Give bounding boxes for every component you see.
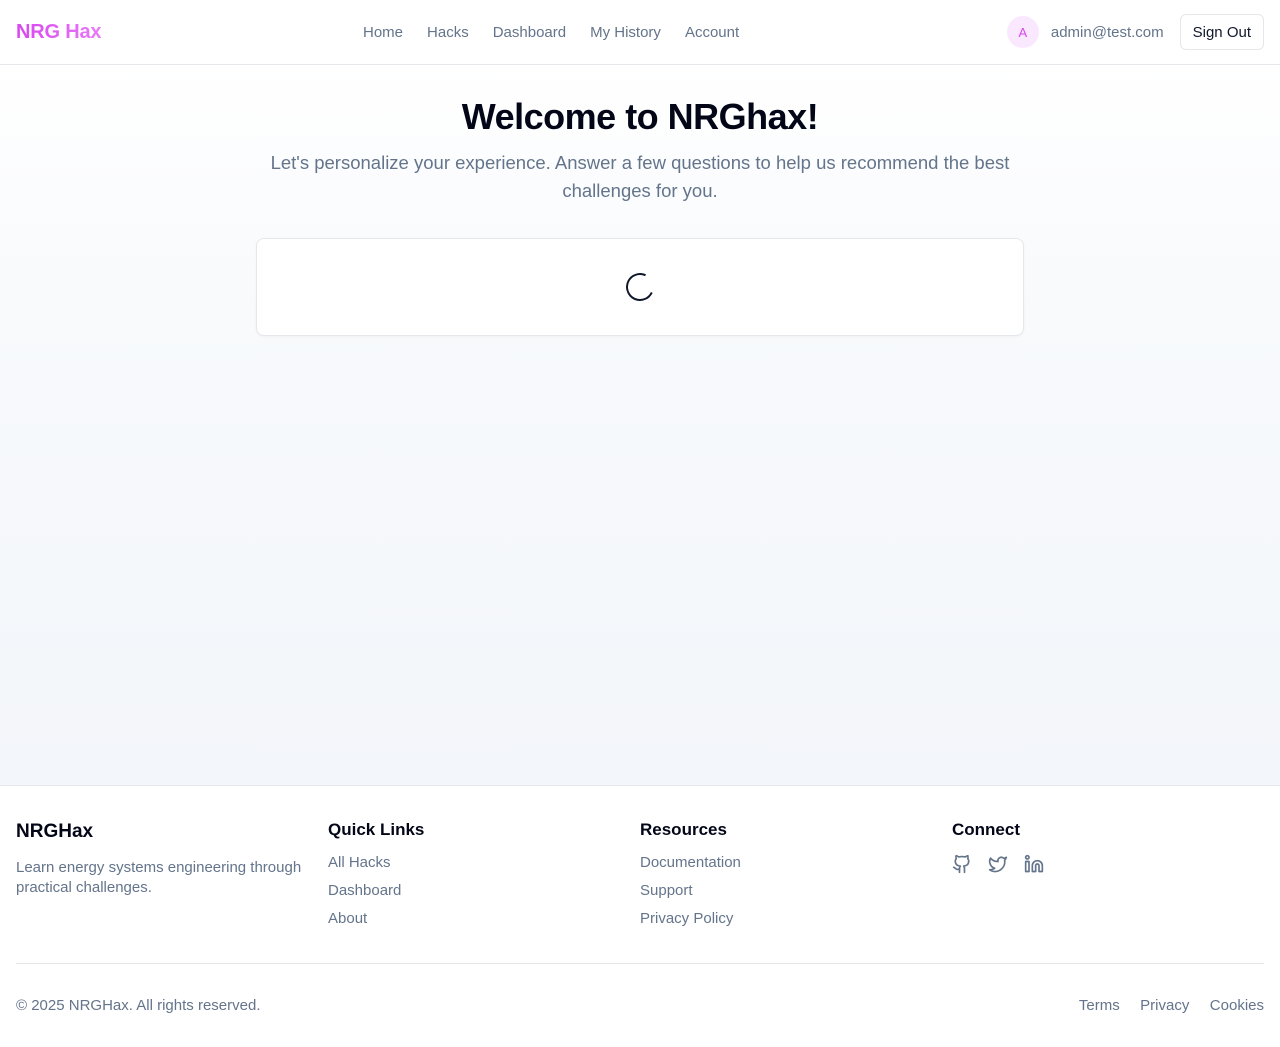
copyright-text: © 2025 NRGHax. All rights reserved.	[16, 997, 261, 1014]
footer-connect: Connect	[952, 820, 1264, 963]
sign-out-button[interactable]: Sign Out	[1179, 14, 1264, 50]
github-icon[interactable]	[952, 854, 972, 874]
site-footer: NRGHax Learn energy systems engineering …	[0, 786, 1280, 1047]
user-menu: A admin@test.com Sign Out	[1006, 0, 1264, 64]
onboarding-card	[256, 238, 1024, 336]
footer-link-all-hacks[interactable]: All Hacks	[328, 854, 391, 871]
page-title: Welcome to NRGhax!	[461, 96, 819, 137]
main-content: Welcome to NRGhax! Let's personalize you…	[0, 65, 1280, 786]
footer-quick-links: Quick Links All Hacks Dashboard About	[328, 820, 640, 963]
legal-links: Terms Privacy Cookies	[1063, 997, 1264, 1015]
nav-dashboard[interactable]: Dashboard	[481, 24, 578, 41]
footer-link-about[interactable]: About	[328, 910, 367, 927]
page-subtitle: Let's personalize your experience. Answe…	[270, 152, 1010, 201]
footer-link-cookies[interactable]: Cookies	[1210, 997, 1264, 1014]
connect-heading: Connect	[952, 820, 1020, 839]
footer-brand: NRGHax	[16, 821, 94, 842]
footer-link-privacy-policy[interactable]: Privacy Policy	[640, 910, 733, 927]
nav-hacks[interactable]: Hacks	[415, 24, 481, 41]
quick-links-heading: Quick Links	[328, 820, 425, 839]
footer-bottom: © 2025 NRGHax. All rights reserved. Term…	[16, 964, 1264, 1047]
avatar[interactable]: A	[1006, 16, 1039, 48]
main-nav: Home Hacks Dashboard My History Account	[351, 0, 751, 64]
footer-link-terms[interactable]: Terms	[1079, 997, 1120, 1014]
footer-columns: NRGHax Learn energy systems engineering …	[16, 786, 1264, 963]
nav-home[interactable]: Home	[351, 24, 415, 41]
footer-link-dashboard[interactable]: Dashboard	[328, 882, 401, 899]
twitter-icon[interactable]	[988, 854, 1008, 874]
loading-spinner-icon	[622, 269, 658, 305]
linkedin-icon[interactable]	[1024, 854, 1044, 874]
footer-resources: Resources Documentation Support Privacy …	[640, 820, 952, 963]
footer-about: NRGHax Learn energy systems engineering …	[16, 820, 328, 963]
social-links	[952, 854, 1264, 874]
nav-my-history[interactable]: My History	[578, 24, 673, 41]
brand-logo-link[interactable]: NRG Hax	[16, 21, 101, 44]
footer-description: Learn energy systems engineering through…	[16, 859, 302, 896]
footer-link-privacy[interactable]: Privacy	[1140, 997, 1189, 1014]
footer-link-documentation[interactable]: Documentation	[640, 854, 741, 871]
top-header: NRG Hax Home Hacks Dashboard My History …	[0, 0, 1280, 65]
user-email: admin@test.com	[1050, 23, 1164, 41]
resources-heading: Resources	[640, 820, 727, 839]
footer-link-support[interactable]: Support	[640, 882, 693, 899]
nav-account[interactable]: Account	[673, 24, 751, 41]
